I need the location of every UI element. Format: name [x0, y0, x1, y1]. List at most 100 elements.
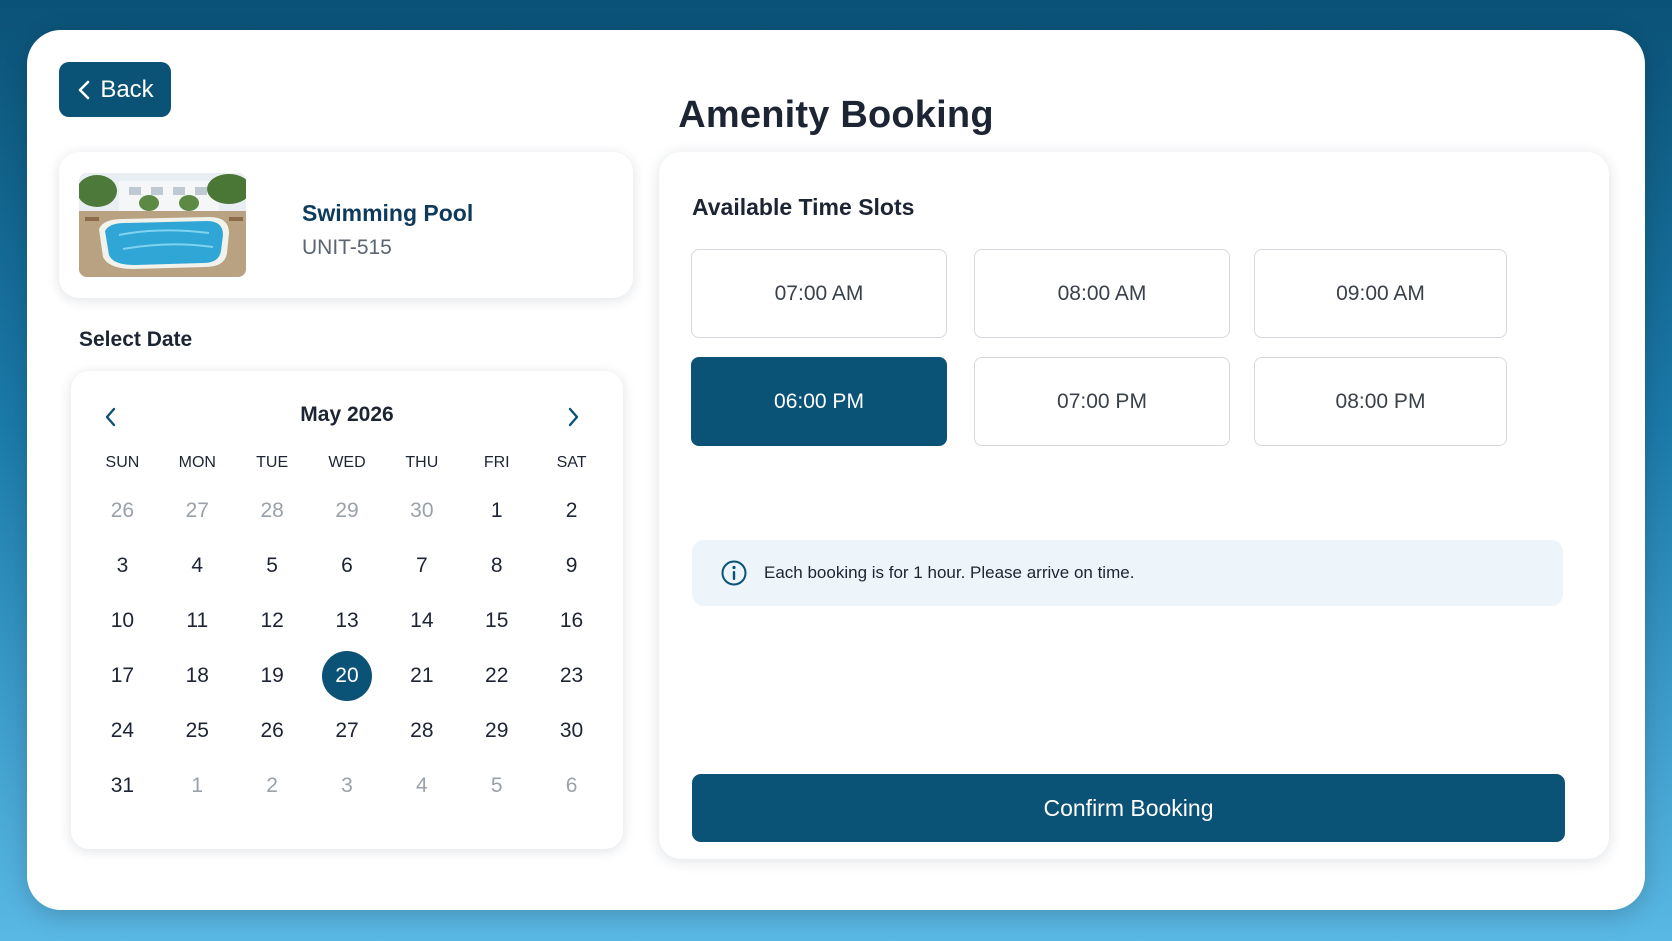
info-icon [721, 560, 747, 586]
calendar-day[interactable]: 19 [235, 648, 310, 703]
calendar-day-number: 15 [485, 608, 509, 632]
calendar-day[interactable]: 7 [384, 538, 459, 593]
calendar-day-number: 31 [110, 773, 135, 797]
calendar-day-number: 21 [410, 663, 434, 687]
weekday-header: SUN [105, 454, 140, 471]
calendar-day[interactable]: 10 [85, 593, 160, 648]
calendar-day-number: 13 [335, 608, 359, 632]
calendar-day[interactable]: 17 [85, 648, 160, 703]
calendar-day[interactable]: 8 [459, 538, 534, 593]
date-calendar: May 2026 SUN MON TUE WED THU FRI SAT 26 27 28 29 30… [71, 371, 623, 849]
calendar-day-number: 4 [191, 553, 204, 577]
calendar-day-number: 5 [490, 773, 503, 797]
calendar-day[interactable]: 21 [384, 648, 459, 703]
calendar-day[interactable]: 30 [534, 703, 609, 758]
calendar-day-number: 28 [260, 498, 284, 522]
chevron-right-icon [568, 407, 579, 427]
calendar-day[interactable]: 4 [160, 538, 235, 593]
calendar-day[interactable]: 1 [459, 483, 534, 538]
calendar-day[interactable]: 24 [85, 703, 160, 758]
calendar-day-number: 5 [266, 553, 278, 577]
calendar-day[interactable]: 6 [534, 758, 609, 813]
calendar-day-number: 6 [341, 553, 353, 577]
calendar-day[interactable]: 29 [459, 703, 534, 758]
calendar-day-number: 7 [416, 553, 428, 577]
calendar-day-number: 2 [266, 773, 278, 797]
calendar-day-number: 20 [321, 650, 372, 701]
calendar-day[interactable]: 31 [85, 758, 160, 813]
calendar-day-number: 9 [565, 553, 578, 577]
time-slot[interactable]: 07:00 PM [974, 357, 1230, 446]
calendar-day[interactable]: 22 [459, 648, 534, 703]
calendar-day-number: 16 [559, 608, 584, 632]
calendar-day[interactable]: 12 [235, 593, 310, 648]
calendar-day[interactable]: 16 [534, 593, 609, 648]
calendar-day-number: 29 [485, 718, 509, 742]
calendar-day-number: 23 [559, 663, 584, 687]
calendar-day-number: 12 [260, 608, 284, 632]
calendar-day[interactable]: 2 [235, 758, 310, 813]
weekday-header: MON [178, 454, 216, 471]
calendar-day[interactable]: 5 [459, 758, 534, 813]
weekday-header: FRI [483, 454, 510, 471]
time-slot-selected[interactable]: 06:00 PM [691, 357, 947, 446]
calendar-day-number: 30 [410, 498, 434, 522]
calendar-day-number: 30 [559, 718, 584, 742]
amenity-name: Swimming Pool [302, 200, 474, 226]
booking-info-box: Each booking is for 1 hour. Please arriv… [692, 540, 1563, 606]
amenity-unit: UNIT-515 [302, 236, 392, 259]
calendar-day-number: 25 [185, 718, 209, 742]
calendar-day[interactable]: 25 [160, 703, 235, 758]
calendar-day-number: 29 [335, 498, 359, 522]
calendar-day-number: 1 [191, 773, 204, 797]
calendar-day[interactable]: 13 [310, 593, 385, 648]
calendar-day[interactable]: 11 [160, 593, 235, 648]
next-month-button[interactable] [555, 399, 591, 435]
calendar-day[interactable]: 27 [160, 483, 235, 538]
calendar-day-number: 27 [185, 498, 209, 522]
time-slots-card: Available Time Slots 07:00 AM 08:00 AM 09:… [659, 152, 1609, 859]
calendar-day-number: 2 [565, 498, 578, 522]
confirm-booking-button[interactable]: Confirm Booking [692, 774, 1565, 842]
calendar-day[interactable]: 28 [235, 483, 310, 538]
calendar-day-number: 10 [110, 608, 135, 632]
calendar-day-selected[interactable]: 20 [310, 648, 385, 703]
time-slots-title: Available Time Slots [692, 194, 915, 220]
calendar-day[interactable]: 26 [85, 483, 160, 538]
calendar-day[interactable]: 30 [384, 483, 459, 538]
calendar-day-number: 4 [416, 773, 428, 797]
calendar-grid: SUN MON TUE WED THU FRI SAT 26 27 28 29 30 1 2 3 4 5 6 7 8 9… [85, 443, 609, 813]
calendar-day[interactable]: 26 [235, 703, 310, 758]
calendar-day[interactable]: 23 [534, 648, 609, 703]
calendar-day-number: 27 [335, 718, 359, 742]
calendar-day[interactable]: 1 [160, 758, 235, 813]
calendar-day[interactable]: 18 [160, 648, 235, 703]
calendar-day[interactable]: 6 [310, 538, 385, 593]
calendar-day-number: 8 [490, 553, 503, 577]
calendar-day[interactable]: 28 [384, 703, 459, 758]
calendar-day-number: 11 [186, 608, 209, 632]
time-slot[interactable]: 08:00 AM [974, 249, 1230, 338]
time-slot[interactable]: 07:00 AM [691, 249, 947, 338]
weekday-header: SAT [556, 454, 587, 471]
calendar-day[interactable]: 4 [384, 758, 459, 813]
calendar-day[interactable]: 14 [384, 593, 459, 648]
calendar-day[interactable]: 5 [235, 538, 310, 593]
main-panel: Back Amenity Booking Swimming Pool UNIT-… [27, 30, 1645, 910]
weekday-header: TUE [256, 454, 289, 471]
calendar-day[interactable]: 2 [534, 483, 609, 538]
calendar-day[interactable]: 15 [459, 593, 534, 648]
calendar-day[interactable]: 3 [85, 538, 160, 593]
calendar-day[interactable]: 3 [310, 758, 385, 813]
weekday-header: THU [405, 454, 439, 471]
time-slot[interactable]: 08:00 PM [1254, 357, 1507, 446]
time-slot[interactable]: 09:00 AM [1254, 249, 1507, 338]
page-title: Amenity Booking [678, 94, 994, 136]
calendar-day-number: 26 [260, 718, 284, 742]
calendar-day-number: 22 [485, 663, 509, 687]
calendar-day[interactable]: 9 [534, 538, 609, 593]
calendar-day-number: 28 [410, 718, 434, 742]
calendar-day[interactable]: 29 [310, 483, 385, 538]
calendar-day[interactable]: 27 [310, 703, 385, 758]
amenity-card: Swimming Pool UNIT-515 [59, 152, 633, 298]
